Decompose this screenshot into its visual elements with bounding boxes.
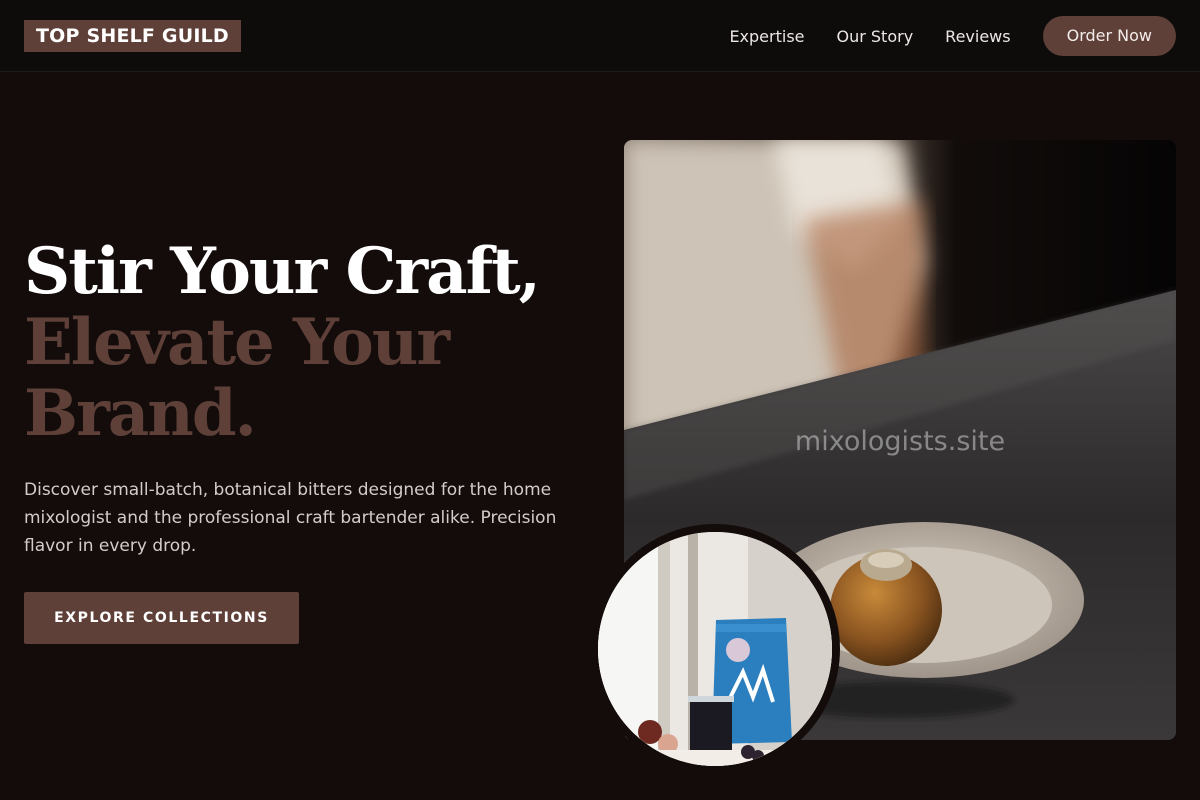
navbar: TOP SHELF GUILD Expertise Our Story Revi… <box>0 0 1200 72</box>
logo[interactable]: TOP SHELF GUILD <box>24 20 241 52</box>
order-now-button[interactable]: Order Now <box>1042 16 1176 56</box>
nav-link-our-story[interactable]: Our Story <box>837 27 914 46</box>
nav-link-reviews[interactable]: Reviews <box>945 27 1010 46</box>
hero-title-line-2: Elevate Your <box>24 305 450 380</box>
nav-link-expertise[interactable]: Expertise <box>729 27 804 46</box>
explore-collections-button[interactable]: EXPLORE COLLECTIONS <box>24 592 299 644</box>
hero-title: Stir Your Craft, Elevate Your Brand. <box>24 234 541 451</box>
circle-image-bitters-bag <box>590 524 840 774</box>
hero-title-line-1: Stir Your Craft, <box>24 234 541 309</box>
hero-title-line-3: Brand. <box>24 376 257 451</box>
nav-links: Expertise Our Story Reviews Order Now <box>729 16 1176 56</box>
hero-description: Discover small-batch, botanical bitters … <box>24 480 557 556</box>
